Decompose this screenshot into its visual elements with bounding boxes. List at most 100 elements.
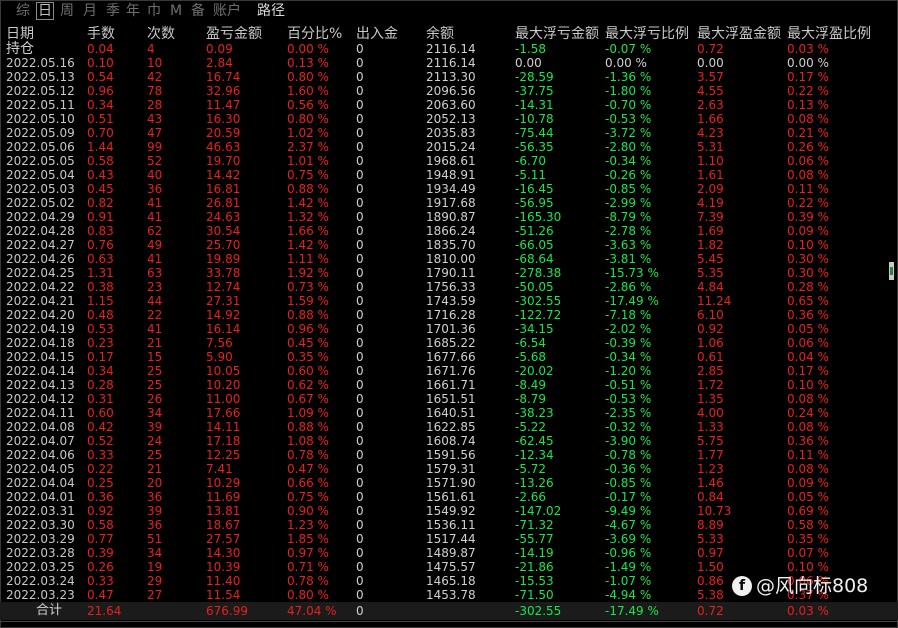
table-row[interactable]: 2022.05.03 0.45 36 16.81 0.88 % 0 1934.49 -16.4… [0,182,898,196]
table-row[interactable]: 2022.04.20 0.48 22 14.92 0.88 % 0 1716.28 -122.… [0,308,898,322]
holding-row[interactable]: 持仓 0.04 4 0.09 0.00 % 0 2116.14 -1.58 -0… [0,42,898,56]
table-row[interactable]: 2022.04.27 0.76 49 25.70 1.42 % 0 1835.70 -66.0… [0,238,898,252]
row-date: 2022.04.14 [6,364,75,378]
tab-weekly[interactable]: 周 [60,3,74,19]
row-pct: 0.88 % [287,182,329,196]
table-row[interactable]: 2022.04.21 1.15 44 27.31 1.59 % 0 1743.59 -302.… [0,294,898,308]
row-flow: 0 [356,294,364,308]
table-row[interactable]: 2022.05.12 0.96 78 32.96 1.60 % 0 2096.56 -37.7… [0,84,898,98]
header-max-float-gain[interactable]: 最大浮盈金额 [697,26,781,42]
tab-overview[interactable]: 综 [16,3,30,19]
row-date: 2022.04.07 [6,434,75,448]
row-date: 2022.05.03 [6,182,75,196]
table-row[interactable]: 2022.04.25 1.31 63 33.78 1.92 % 0 1790.11 -278.… [0,266,898,280]
row-max-loss: -51.26 [515,224,554,238]
scroll-marker[interactable] [889,262,894,280]
table-row[interactable]: 2022.05.05 0.58 52 19.70 1.01 % 0 1968.61 -6.70… [0,154,898,168]
row-max-gain-pct: 0.39 % [787,210,829,224]
table-row[interactable]: 2022.03.31 0.92 39 13.81 0.90 % 0 1549.92 -147.… [0,504,898,518]
table-row[interactable]: 2022.04.26 0.63 41 19.89 1.11 % 0 1810.00 -68.6… [0,252,898,266]
total-row: 合计 21.64 676.99 47.04 % 0 -302.55 -17.49… [0,602,898,620]
header-lots[interactable]: 手数 [87,26,115,42]
table-row[interactable]: 2022.05.11 0.34 28 11.47 0.56 % 0 2063.60 -14.3… [0,98,898,112]
row-max-loss: -68.64 [515,252,554,266]
header-count[interactable]: 次数 [147,26,175,42]
tab-mark[interactable]: 巾 [147,3,161,19]
row-pct: 0.73 % [287,280,329,294]
row-flow: 0 [356,336,364,350]
row-pnl: 17.18 [206,434,241,448]
table-row[interactable]: 2022.05.06 1.44 99 46.63 2.37 % 0 2015.24 -56.3… [0,140,898,154]
tab-m[interactable]: M [170,3,182,19]
row-lots: 0.58 [87,518,114,532]
row-pct: 1.02 % [287,126,329,140]
table-row[interactable]: 2022.03.30 0.58 36 18.67 1.23 % 0 1536.11 -71.3… [0,518,898,532]
table-row[interactable]: 2022.04.12 0.31 26 11.00 0.67 % 0 1651.51 -8.79… [0,392,898,406]
table-row[interactable]: 2022.04.08 0.42 39 14.11 0.88 % 0 1622.85 -5.22… [0,420,898,434]
tab-yearly[interactable]: 年 [126,3,140,19]
table-row[interactable]: 2022.04.04 0.25 20 10.29 0.66 % 0 1571.90 -13.2… [0,476,898,490]
table-row[interactable]: 2022.04.06 0.33 25 12.25 0.78 % 0 1591.56 -12.3… [0,448,898,462]
row-max-loss-pct: -1.20 % [605,364,652,378]
row-date: 2022.05.13 [6,70,75,84]
table-row[interactable]: 2022.05.13 0.54 42 16.74 0.80 % 0 2113.30 -28.5… [0,70,898,84]
table-row[interactable]: 2022.05.09 0.70 47 20.59 1.02 % 0 2035.83 -75.4… [0,126,898,140]
row-pnl: 10.05 [206,364,241,378]
row-date: 2022.04.19 [6,322,75,336]
tab-daily[interactable]: 日 [36,2,54,20]
table-row[interactable]: 2022.04.22 0.38 23 12.74 0.73 % 0 1756.33 -50.0… [0,280,898,294]
tab-account[interactable]: 账户 [213,3,241,19]
header-date[interactable]: 日期 [6,26,34,42]
table-row[interactable]: 2022.03.29 0.77 51 27.57 1.85 % 0 1517.44 -55.7… [0,532,898,546]
table-row[interactable]: 2022.04.05 0.22 21 7.41 0.47 % 0 1579.31 -5.72 -… [0,462,898,476]
tab-backup[interactable]: 备 [191,3,205,19]
table-row[interactable]: 2022.04.19 0.53 41 16.14 0.96 % 0 1701.36 -34.1… [0,322,898,336]
row-balance: 1622.85 [426,420,476,434]
row-pct: 0.66 % [287,476,329,490]
row-count: 36 [147,182,163,196]
table-row[interactable]: 2022.04.28 0.83 62 30.54 1.66 % 0 1866.24 -51.2… [0,224,898,238]
header-max-float-loss-pct[interactable]: 最大浮亏比例 [605,26,689,42]
header-flow[interactable]: 出入金 [356,26,398,42]
table-row[interactable]: 2022.05.02 0.82 41 26.81 1.42 % 0 1917.68 -56.9… [0,196,898,210]
row-max-gain-pct: 0.65 % [787,294,829,308]
row-max-loss-pct: -0.32 % [605,420,652,434]
row-count: 41 [147,210,163,224]
table-row[interactable]: 2022.03.25 0.26 19 10.39 0.71 % 0 1475.57 -21.8… [0,560,898,574]
header-max-float-gain-pct[interactable]: 最大浮盈比例 [787,26,871,42]
header-balance[interactable]: 余额 [426,26,454,42]
table-row[interactable]: 2022.04.14 0.34 25 10.05 0.60 % 0 1671.76 -20.0… [0,364,898,378]
tab-route[interactable]: 路径 [257,3,285,19]
table-row[interactable]: 2022.04.13 0.28 25 10.20 0.62 % 0 1661.71 -8.49… [0,378,898,392]
row-date: 2022.04.25 [6,266,75,280]
row-max-gain-pct: 0.26 % [787,140,829,154]
total-pnl: 676.99 [206,604,248,618]
row-flow: 0 [356,308,364,322]
row-flow: 0 [356,168,364,182]
row-lots: 0.92 [87,504,114,518]
tab-monthly[interactable]: 月 [83,3,97,19]
row-date: 2022.04.26 [6,252,75,266]
row-lots: 0.26 [87,560,114,574]
table-row[interactable]: 2022.04.11 0.60 34 17.66 1.09 % 0 1640.51 -38.2… [0,406,898,420]
table-row[interactable]: 2022.04.18 0.23 21 7.56 0.45 % 0 1685.22 -6.54 -… [0,336,898,350]
row-max-loss-pct: -1.07 % [605,574,652,588]
table-row[interactable]: 2022.04.07 0.52 24 17.18 1.08 % 0 1608.74 -62.4… [0,434,898,448]
row-max-loss: -34.15 [515,322,554,336]
tab-quarterly[interactable]: 季 [106,3,120,19]
table-row[interactable]: 2022.03.28 0.39 34 14.30 0.97 % 0 1489.87 -14.1… [0,546,898,560]
header-pnl[interactable]: 盈亏金额 [206,26,262,42]
table-row[interactable]: 2022.04.15 0.17 15 5.90 0.35 % 0 1677.66 -5.68 -… [0,350,898,364]
table-row[interactable]: 2022.05.04 0.43 40 14.42 0.75 % 0 1948.91 -5.11… [0,168,898,182]
table-row[interactable]: 2022.05.16 0.10 10 2.84 0.13 % 0 2116.14 0.00 0.… [0,56,898,70]
table-row[interactable]: 2022.04.29 0.91 41 24.63 1.32 % 0 1890.87 -165.… [0,210,898,224]
table-row[interactable]: 2022.04.01 0.36 36 11.69 0.75 % 0 1561.61 -2.66… [0,490,898,504]
table-row[interactable]: 2022.05.10 0.51 43 16.30 0.80 % 0 2052.13 -10.7… [0,112,898,126]
row-max-gain: 1.77 [697,448,724,462]
header-percent[interactable]: 百分比% [287,26,342,42]
row-balance: 1651.51 [426,392,476,406]
row-balance: 1489.87 [426,546,476,560]
header-max-float-loss[interactable]: 最大浮亏金额 [515,26,599,42]
row-pnl: 5.90 [206,350,233,364]
row-lots: 0.28 [87,378,114,392]
